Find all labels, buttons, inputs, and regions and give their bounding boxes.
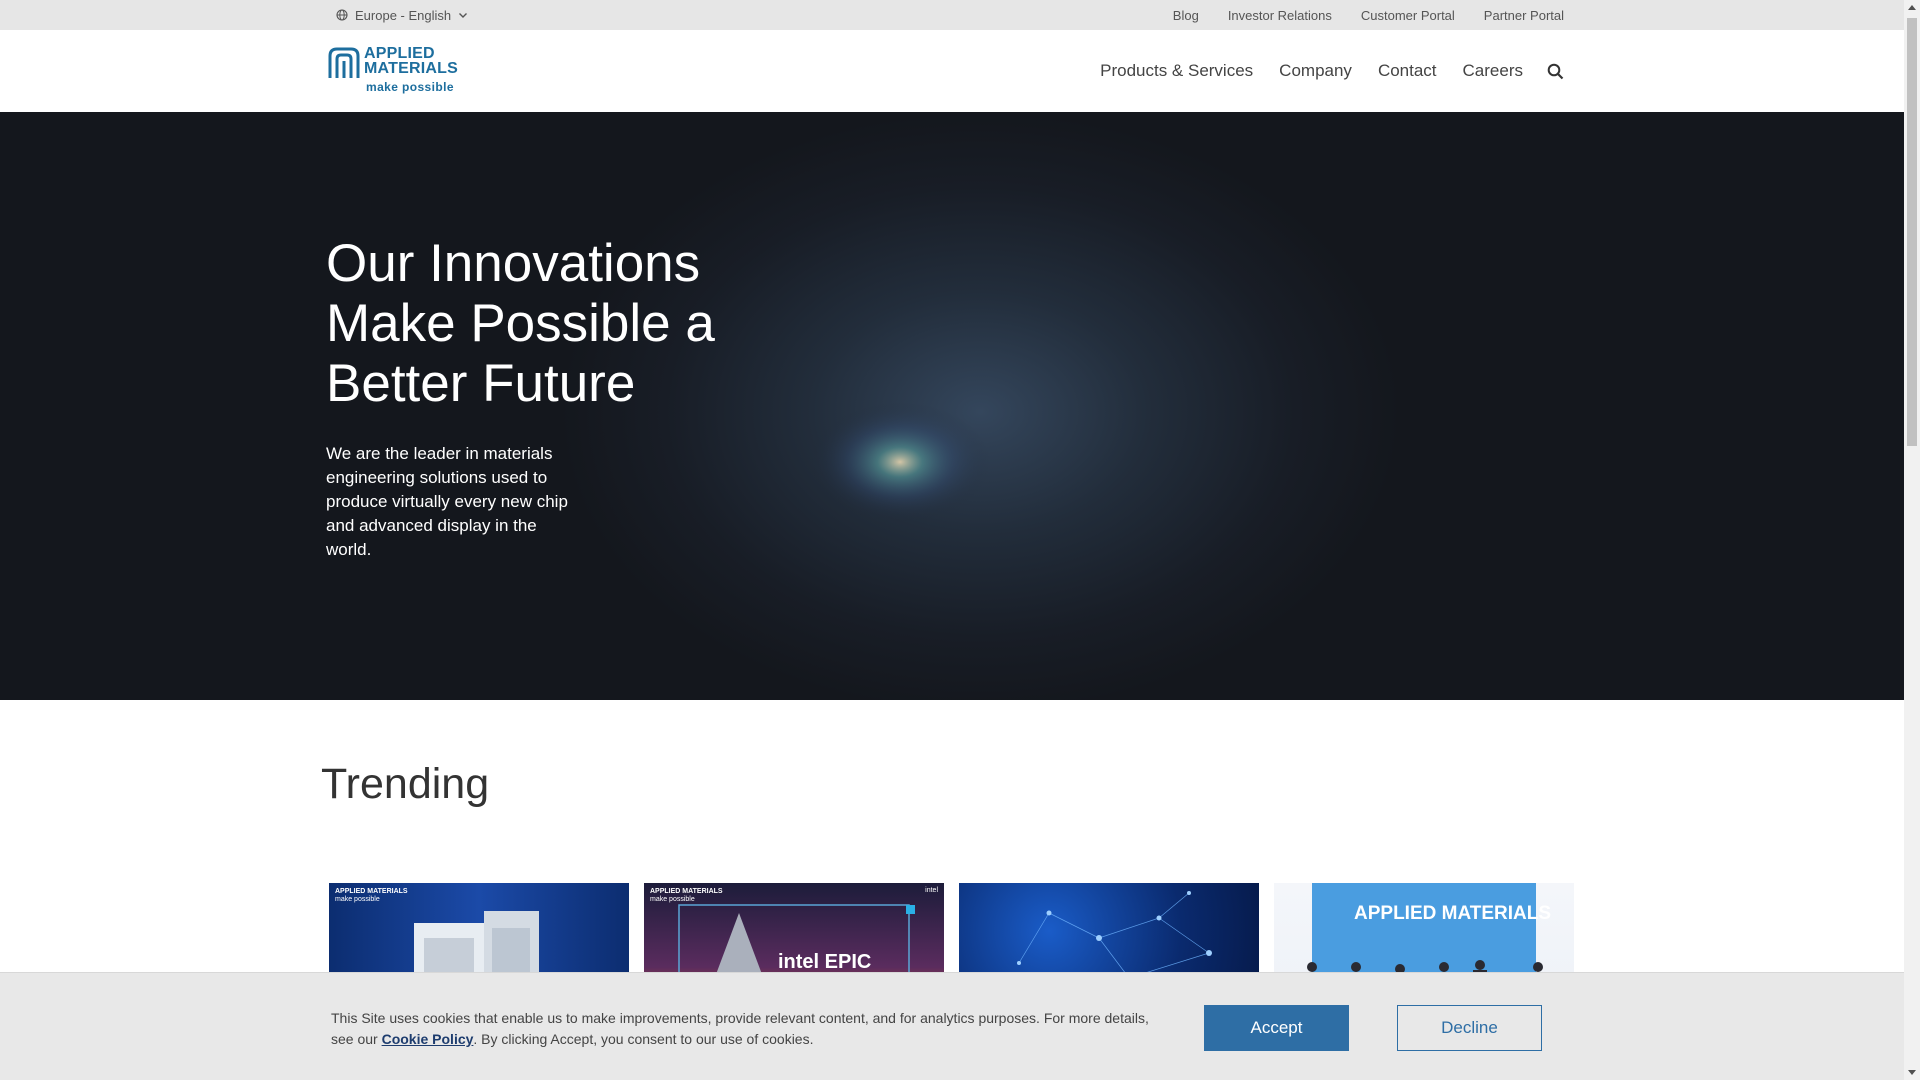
hero-light-burst [810,402,990,522]
cookie-text-part-2: . By clicking Accept, you consent to our… [473,1031,814,1047]
trending-heading: Trending [321,760,490,808]
region-selector[interactable]: Europe - English [336,0,468,30]
hero-title-line-2: Make Possible a [326,294,715,353]
globe-icon [336,9,348,21]
nav-products-services[interactable]: Products & Services [1100,61,1253,81]
scroll-up-arrow-icon[interactable] [1904,0,1920,16]
investor-relations-link[interactable]: Investor Relations [1228,8,1332,23]
hero-title-line-3: Better Future [326,354,636,413]
chevron-down-icon [458,10,468,20]
company-logo[interactable]: APPLIED MATERIALS make possible [326,44,458,100]
site-header: APPLIED MATERIALS make possible Products… [0,30,1904,112]
cookie-banner: This Site uses cookies that enable us to… [0,972,1904,1080]
customer-portal-link[interactable]: Customer Portal [1361,8,1455,23]
nav-contact[interactable]: Contact [1378,61,1437,81]
logo-tagline: make possible [366,80,454,94]
partner-portal-link[interactable]: Partner Portal [1484,8,1564,23]
hero-title-line-1: Our Innovations [326,234,701,293]
cookie-policy-link[interactable]: Cookie Policy [382,1031,474,1047]
accept-button[interactable]: Accept [1204,1005,1349,1051]
logo-line-1: APPLIED [364,45,435,62]
logo-mark-icon [328,47,360,78]
blog-link[interactable]: Blog [1173,8,1199,23]
decline-button[interactable]: Decline [1397,1005,1542,1051]
page: Europe - English Blog Investor Relations… [0,0,1920,1080]
main-nav: Products & Services Company Contact Care… [1100,30,1564,112]
scrollbar-thumb[interactable] [1907,18,1917,446]
hero-banner: Our Innovations Make Possible a Better F… [0,112,1904,700]
utility-links: Blog Investor Relations Customer Portal … [1173,0,1564,30]
nav-company[interactable]: Company [1279,61,1352,81]
region-label: Europe - English [355,7,452,23]
search-icon[interactable] [1547,63,1564,80]
scroll-down-arrow-icon[interactable] [1904,1064,1920,1080]
nav-careers[interactable]: Careers [1463,61,1523,81]
logo-line-2: MATERIALS [364,60,458,77]
cookie-message: This Site uses cookies that enable us to… [331,1008,1151,1050]
utility-bar: Europe - English Blog Investor Relations… [0,0,1904,30]
vertical-scrollbar[interactable] [1904,0,1920,1080]
hero-title: Our Innovations Make Possible a Better F… [326,234,746,414]
hero-description: We are the leader in materials engineeri… [326,444,568,559]
intel-epic-banner: intel EPIC [778,951,872,973]
